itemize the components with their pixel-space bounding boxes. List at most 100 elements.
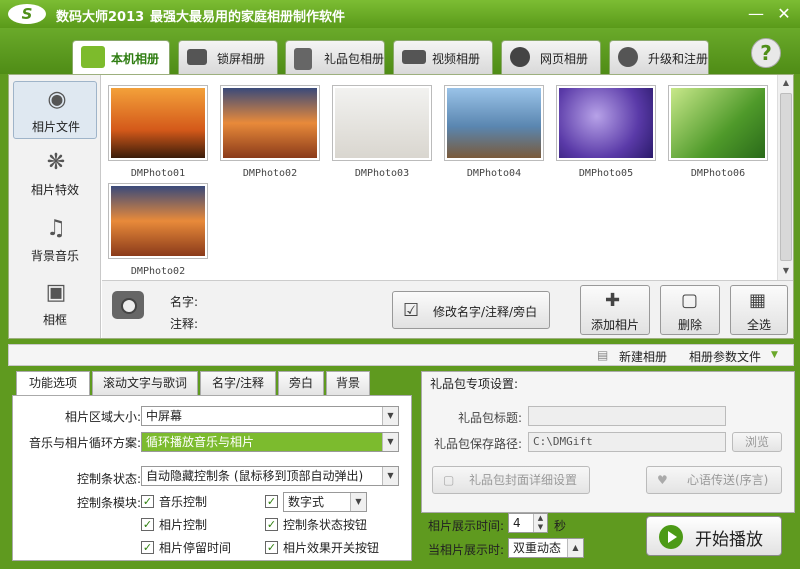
app-slogan: 最强大最易用的家庭相册制作软件 bbox=[150, 10, 346, 25]
delete-button[interactable]: ▢ 删除 bbox=[660, 285, 720, 335]
select-value: 自动隐藏控制条 (鼠标移到顶部自动弹出) bbox=[146, 469, 364, 483]
button-label: 修改名字/注释/旁白 bbox=[433, 305, 538, 319]
grid-icon: ▦ bbox=[749, 290, 767, 311]
nav-label: 相片文件 bbox=[31, 120, 80, 134]
chevron-up-icon: ▲ bbox=[567, 539, 583, 557]
control-state-button-checkbox[interactable]: ✓ bbox=[265, 518, 278, 531]
tab-video-album[interactable]: 视频相册 bbox=[393, 40, 493, 74]
scroll-up-icon[interactable]: ▲ bbox=[778, 75, 794, 91]
gift-settings-panel: 礼品包专项设置: 礼品包标题: 礼品包保存路径: C:\DMGift 浏览 ▢ … bbox=[421, 371, 795, 513]
camera-icon bbox=[112, 291, 144, 319]
tab-gift-album[interactable]: 礼品包相册 bbox=[285, 40, 385, 74]
checkbox-label: 音乐控制 bbox=[159, 495, 208, 509]
photo-thumb[interactable] bbox=[108, 85, 208, 161]
button-label: 删除 bbox=[678, 318, 703, 332]
nav-label: 背景音乐 bbox=[30, 249, 79, 263]
nav-background-music[interactable]: ♫ 背景音乐 bbox=[13, 211, 97, 269]
photo-thumb[interactable] bbox=[556, 85, 656, 161]
music-note-icon: ♫ bbox=[46, 216, 66, 241]
select-value: 循环播放音乐与相片 bbox=[146, 435, 255, 449]
nav-photo-frame[interactable]: ▣ 相框 bbox=[13, 275, 97, 333]
tab-narration[interactable]: 旁白 bbox=[278, 371, 324, 395]
photo-thumb[interactable] bbox=[668, 85, 768, 161]
photo-image bbox=[111, 88, 205, 158]
duration-unit: 秒 bbox=[554, 519, 567, 533]
digital-style-select[interactable]: 数字式 ▼ bbox=[283, 492, 367, 512]
gift-path-input[interactable]: C:\DMGift bbox=[528, 432, 726, 452]
chevron-down-icon[interactable]: ▼ bbox=[771, 350, 778, 360]
tab-local-album[interactable]: 本机相册 bbox=[72, 40, 170, 74]
photo-thumb[interactable] bbox=[108, 183, 208, 259]
photo-duration-spinner[interactable]: 4 ▲ ▼ bbox=[508, 513, 548, 533]
tab-label: 网页相册 bbox=[540, 52, 589, 66]
globe-icon bbox=[618, 47, 638, 67]
photo-name: DMPhoto01 bbox=[130, 168, 186, 179]
photo-duration-checkbox[interactable]: ✓ bbox=[141, 541, 154, 554]
tab-scroll-text-lyrics[interactable]: 滚动文字与歌词 bbox=[92, 371, 198, 395]
tab-lockscreen-album[interactable]: 锁屏相册 bbox=[178, 40, 278, 74]
tab-function-options[interactable]: 功能选项 bbox=[16, 371, 90, 396]
tab-background[interactable]: 背景 bbox=[326, 371, 370, 395]
tab-upgrade-register[interactable]: 升级和注册 bbox=[609, 40, 709, 74]
album-params-button[interactable]: 相册参数文件 bbox=[689, 348, 761, 365]
scroll-down-icon[interactable]: ▼ bbox=[778, 263, 794, 279]
tab-label: 升级和注册 bbox=[648, 52, 709, 66]
ie-icon bbox=[510, 47, 530, 67]
chevron-down-icon: ▼ bbox=[382, 407, 398, 425]
photo-gallery: DMPhoto01 DMPhoto02 DMPhoto03 DMPhoto04 … bbox=[102, 75, 778, 280]
gift-cover-button[interactable]: ▢ 礼品包封面详细设置 bbox=[432, 466, 590, 494]
sparkle-icon: ❋ bbox=[46, 150, 66, 175]
edit-check-icon: ☑ bbox=[403, 300, 420, 321]
when-showing-label: 当相片展示时: bbox=[427, 543, 504, 557]
button-label: 礼品包封面详细设置 bbox=[469, 473, 578, 487]
photo-thumb[interactable] bbox=[220, 85, 320, 161]
when-showing-select[interactable]: 双重动态 ▲ bbox=[508, 538, 584, 558]
tab-web-album[interactable]: 网页相册 bbox=[501, 40, 601, 74]
gallery-scrollbar[interactable]: ▲ ▼ bbox=[777, 75, 793, 280]
button-label: 全选 bbox=[747, 318, 772, 332]
photo-image bbox=[111, 186, 205, 256]
photo-image bbox=[223, 88, 317, 158]
chevron-down-icon: ▼ bbox=[382, 467, 398, 485]
app-logo: S bbox=[8, 4, 46, 24]
select-all-button[interactable]: ▦ 全选 bbox=[730, 285, 788, 335]
control-state-select[interactable]: 自动隐藏控制条 (鼠标移到顶部自动弹出) ▼ bbox=[141, 466, 399, 486]
effect-toggle-checkbox[interactable]: ✓ bbox=[265, 541, 278, 554]
checkbox-label: 相片控制 bbox=[159, 518, 208, 532]
nav-photo-effects[interactable]: ❋ 相片特效 bbox=[13, 145, 97, 203]
picture-frame-icon: ▣ bbox=[45, 280, 67, 305]
photo-thumb[interactable] bbox=[332, 85, 432, 161]
spinner-value: 4 bbox=[513, 516, 521, 530]
help-button[interactable]: ? bbox=[751, 38, 781, 68]
loop-scheme-select[interactable]: 循环播放音乐与相片 ▼ bbox=[141, 432, 399, 452]
edit-name-note-button[interactable]: ☑ 修改名字/注释/旁白 bbox=[392, 291, 550, 329]
close-button[interactable]: ✕ bbox=[774, 4, 794, 24]
tab-label: 礼品包相册 bbox=[324, 52, 385, 66]
album-action-strip: ▤ 新建相册 相册参数文件 ▼ bbox=[8, 344, 794, 366]
chevron-down-icon: ▼ bbox=[350, 493, 366, 511]
gift-title-input[interactable] bbox=[528, 406, 726, 426]
title-bar: S 数码大师2013 最强大最易用的家庭相册制作软件 — ✕ bbox=[0, 0, 800, 28]
photo-thumb[interactable] bbox=[444, 85, 544, 161]
music-control-checkbox[interactable]: ✓ bbox=[141, 495, 154, 508]
spinner-arrows-icon[interactable]: ▲ ▼ bbox=[533, 514, 547, 532]
digital-checkbox[interactable]: ✓ bbox=[265, 495, 278, 508]
message-button[interactable]: ♥ 心语传送(序言) bbox=[646, 466, 782, 494]
add-photo-button[interactable]: ✚ 添加相片 bbox=[580, 285, 650, 335]
photo-name: DMPhoto05 bbox=[578, 168, 634, 179]
browse-button[interactable]: 浏览 bbox=[732, 432, 782, 452]
new-album-button[interactable]: 新建相册 bbox=[619, 348, 667, 365]
button-label: 添加相片 bbox=[591, 318, 640, 332]
minimize-button[interactable]: — bbox=[746, 4, 766, 24]
photo-area-select[interactable]: 中屏幕 ▼ bbox=[141, 406, 399, 426]
top-tab-bar: 本机相册 锁屏相册 礼品包相册 视频相册 网页相册 升级和注册 bbox=[0, 28, 800, 74]
control-state-label: 控制条状态: bbox=[76, 472, 141, 486]
album-panel: ◉ 相片文件 ❋ 相片特效 ♫ 背景音乐 ▣ 相框 DMPhoto01 DMPh… bbox=[8, 74, 794, 339]
tab-name-note[interactable]: 名字/注释 bbox=[200, 371, 276, 395]
start-play-button[interactable]: 开始播放 bbox=[646, 516, 782, 556]
photo-control-checkbox[interactable]: ✓ bbox=[141, 518, 154, 531]
nav-photo-files[interactable]: ◉ 相片文件 bbox=[13, 81, 97, 139]
checkbox-label: 相片效果开关按钮 bbox=[283, 541, 380, 555]
scroll-thumb[interactable] bbox=[780, 93, 792, 261]
select-value: 数字式 bbox=[288, 495, 325, 509]
